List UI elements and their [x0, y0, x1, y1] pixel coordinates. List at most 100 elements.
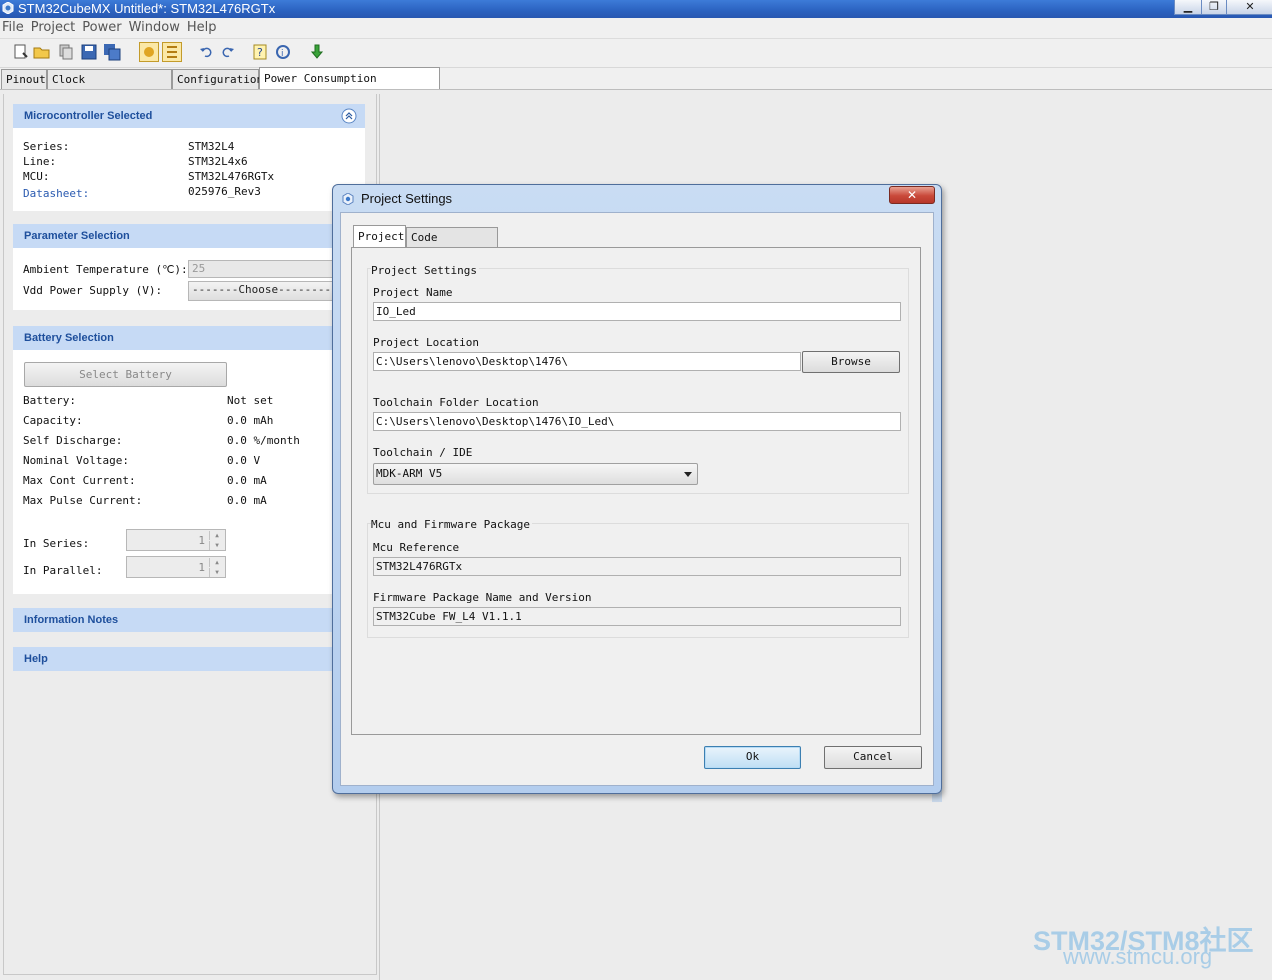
tab-clock-configuration[interactable]: Clock Configuration — [47, 69, 172, 106]
parameter-section: Parameter Selection Ambient Temperature … — [13, 224, 365, 310]
save-icon[interactable] — [80, 43, 98, 61]
datasheet-value: 025976_Rev3 — [188, 185, 261, 198]
menu-help[interactable]: Help — [185, 18, 219, 35]
close-window-button[interactable]: ✕ — [1226, 0, 1272, 15]
in-series-label: In Series: — [23, 537, 90, 550]
battery-header[interactable]: Battery Selection — [13, 326, 365, 350]
in-series-value: 1 — [198, 534, 205, 547]
redo-icon[interactable] — [219, 43, 237, 61]
mcu-reference-label: Mcu Reference — [373, 541, 460, 554]
vdd-label: Vdd Power Supply (V): — [23, 284, 163, 297]
help-section: Help — [13, 647, 365, 671]
mcu-selected-body: Series: STM32L4 Line: STM32L4x6 MCU: STM… — [13, 128, 365, 211]
parameter-body: Ambient Temperature (℃): 25 Vdd Power Su… — [13, 248, 365, 310]
toolbar: ? i — [0, 39, 1272, 68]
information-notes-header[interactable]: Information Notes — [13, 608, 365, 632]
toolchain-folder-label: Toolchain Folder Location — [373, 396, 539, 409]
information-notes-title: Information Notes — [24, 614, 119, 626]
tab-pinout[interactable]: Pinout — [1, 69, 47, 89]
svg-text:?: ? — [257, 46, 263, 59]
spin-down-icon[interactable]: ▼ — [209, 568, 224, 577]
tab-configuration[interactable]: Configuration — [172, 69, 263, 89]
ambient-temperature-input[interactable]: 25 — [188, 260, 338, 278]
toolchain-ide-select[interactable]: MDK-ARM V5 — [373, 463, 698, 485]
dialog-title: Project Settings — [361, 191, 453, 206]
tab-project[interactable]: Project — [353, 225, 406, 248]
battery-title: Battery Selection — [24, 332, 114, 344]
watermark-url: www.stmcu.org — [1063, 944, 1213, 969]
mcu-selected-title: Microcontroller Selected — [24, 110, 153, 122]
battery-label: Battery: — [23, 394, 76, 407]
line-label: Line: — [23, 155, 57, 168]
mcu-reference-field: STM32L476RGTx — [373, 557, 901, 576]
battery-body: Select Battery Battery: Not set Capacity… — [13, 350, 365, 594]
project-name-input[interactable]: IO_Led — [373, 302, 901, 321]
in-parallel-value: 1 — [198, 561, 205, 574]
tab-code-generator[interactable]: Code Generator — [406, 227, 498, 264]
self-discharge-label: Self Discharge: — [23, 434, 123, 447]
firmware-package-field: STM32Cube FW_L4 V1.1.1 — [373, 607, 901, 626]
save-all-icon[interactable] — [103, 43, 121, 61]
battery-section: Battery Selection Select Battery Battery… — [13, 326, 365, 594]
toolchain-ide-value: MDK-ARM V5 — [376, 467, 443, 480]
menu-project[interactable]: Project — [29, 18, 77, 35]
open-folder-icon[interactable] — [33, 43, 51, 61]
mcu-selected-section: Microcontroller Selected Series: STM32L4… — [13, 104, 365, 211]
self-discharge-value: 0.0 %/month — [227, 434, 300, 447]
capacity-value: 0.0 mAh — [227, 414, 274, 427]
undo-icon[interactable] — [197, 43, 215, 61]
minimize-button[interactable]: ▁ — [1174, 0, 1202, 15]
project-location-input[interactable]: C:\Users\lenovo\Desktop\1476\ — [373, 352, 801, 371]
mcu-selected-header[interactable]: Microcontroller Selected — [13, 104, 365, 128]
about-icon[interactable]: i — [274, 43, 292, 61]
help-header[interactable]: Help — [13, 647, 365, 671]
in-parallel-label: In Parallel: — [23, 564, 103, 577]
project-settings-dialog: Project Settings ✕ Project Code Generato… — [332, 184, 942, 794]
dialog-tab-panel: Project Settings Project Name IO_Led Pro… — [351, 247, 921, 735]
menu-power[interactable]: Power — [80, 18, 123, 35]
spin-up-icon[interactable]: ▲ — [209, 531, 224, 540]
help-icon[interactable]: ? — [251, 43, 269, 61]
max-pulse-current-value: 0.0 mA — [227, 494, 267, 507]
maximize-button[interactable]: ❐ — [1201, 0, 1227, 15]
parameter-title: Parameter Selection — [24, 230, 130, 242]
browse-button[interactable]: Browse — [802, 351, 900, 373]
cancel-button[interactable]: Cancel — [824, 746, 922, 769]
mcu-firmware-group-label: Mcu and Firmware Package — [371, 518, 532, 531]
mcu-value: STM32L476RGTx — [188, 170, 275, 183]
download-icon[interactable] — [308, 43, 326, 61]
collapse-icon[interactable] — [341, 108, 357, 124]
parameter-header[interactable]: Parameter Selection — [13, 224, 365, 248]
capacity-label: Capacity: — [23, 414, 83, 427]
copy-icon[interactable] — [57, 43, 75, 61]
window-titlebar[interactable]: STM32CubeMX Untitled*: STM32L476RGTx ▁ ❐… — [0, 0, 1272, 18]
information-notes-section: Information Notes — [13, 608, 365, 632]
toolchain-ide-label: Toolchain / IDE — [373, 446, 473, 459]
menu-file[interactable]: File — [0, 18, 26, 35]
svg-text:i: i — [281, 49, 284, 59]
toolchain-folder-input[interactable]: C:\Users\lenovo\Desktop\1476\IO_Led\ — [373, 412, 901, 431]
chevron-down-icon — [684, 472, 692, 477]
tab-power-consumption-calculator[interactable]: Power Consumption Calculator — [259, 67, 440, 107]
app-icon — [2, 2, 14, 14]
left-panel: Microcontroller Selected Series: STM32L4… — [3, 94, 377, 975]
spin-down-icon[interactable]: ▼ — [209, 541, 224, 550]
in-parallel-stepper[interactable]: 1 ▲ ▼ — [126, 556, 226, 578]
max-cont-current-value: 0.0 mA — [227, 474, 267, 487]
dialog-client: Project Code Generator Project Settings … — [340, 212, 934, 786]
generate-code-icon[interactable] — [139, 42, 159, 62]
datasheet-link[interactable]: Datasheet: — [23, 187, 89, 200]
vdd-select[interactable]: -------Choose-------- — [188, 281, 338, 301]
project-name-label: Project Name — [373, 286, 453, 299]
window-title: STM32CubeMX Untitled*: STM32L476RGTx — [18, 1, 276, 16]
select-battery-button[interactable]: Select Battery — [24, 362, 227, 387]
battery-value: Not set — [227, 394, 274, 407]
new-project-icon[interactable] — [12, 43, 30, 61]
in-series-stepper[interactable]: 1 ▲ ▼ — [126, 529, 226, 551]
generate-report-icon[interactable] — [162, 42, 182, 62]
main-tab-bar: Pinout Clock Configuration Configuration… — [0, 67, 1272, 107]
menu-window[interactable]: Window — [127, 18, 182, 35]
ok-button[interactable]: Ok — [704, 746, 801, 769]
dialog-close-button[interactable]: ✕ — [889, 186, 935, 204]
spin-up-icon[interactable]: ▲ — [209, 558, 224, 567]
